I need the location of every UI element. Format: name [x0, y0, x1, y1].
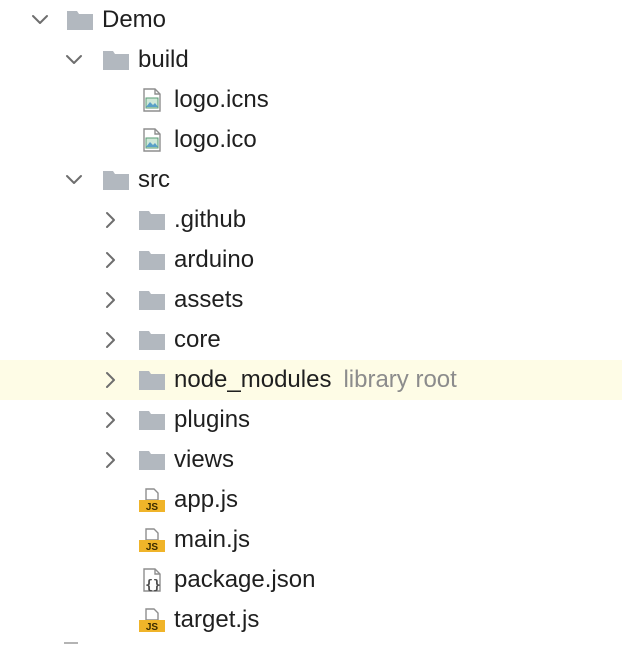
svg-text:JS: JS	[146, 542, 159, 552]
folder-icon	[66, 8, 94, 32]
library-root-hint: library root	[343, 366, 457, 393]
tree-item-label: arduino	[174, 246, 255, 273]
tree-item-label: assets	[174, 286, 244, 313]
chevron-right-icon[interactable]	[100, 250, 120, 270]
project-tree: Demo build logo.icns logo.ico src .github ardu…	[0, 0, 622, 648]
svg-text:{}: {}	[145, 578, 161, 592]
chevron-right-icon[interactable]	[100, 450, 120, 470]
tree-folder-row[interactable]: src	[0, 160, 622, 200]
tree-folder-row[interactable]: build	[0, 40, 622, 80]
folder-icon	[138, 368, 166, 392]
tree-folder-row[interactable]: assets	[0, 280, 622, 320]
tree-file-row[interactable]: logo.ico	[0, 120, 622, 160]
image-file-icon	[138, 88, 166, 112]
folder-icon	[138, 408, 166, 432]
js-file-icon: JS	[138, 608, 166, 633]
json-file-icon: {}	[138, 568, 166, 593]
svg-text:JS: JS	[146, 502, 159, 512]
tree-item-label: core	[174, 326, 221, 353]
tree-item-label: node_modules library root	[174, 366, 457, 393]
image-file-icon	[138, 128, 166, 152]
chevron-right-icon[interactable]	[100, 290, 120, 310]
tree-file-row[interactable]: JS main.js	[0, 520, 622, 560]
folder-icon	[102, 48, 130, 72]
tree-folder-row[interactable]: core	[0, 320, 622, 360]
svg-text:JS: JS	[146, 622, 159, 632]
tree-item-label: .github	[174, 206, 247, 233]
js-file-icon: JS	[138, 488, 166, 513]
js-file-icon: JS	[138, 528, 166, 553]
tree-file-row[interactable]: logo.icns	[0, 80, 622, 120]
chevron-right-icon[interactable]	[100, 370, 120, 390]
tree-folder-row[interactable]: .github	[0, 200, 622, 240]
tree-item-label: views	[174, 446, 235, 473]
tree-item-label: Demo	[102, 6, 167, 33]
tree-item-label: logo.icns	[174, 86, 269, 113]
tree-item-label: plugins	[174, 406, 251, 433]
folder-icon	[138, 248, 166, 272]
chevron-right-icon[interactable]	[100, 330, 120, 350]
folder-icon	[102, 168, 130, 192]
chevron-down-icon[interactable]	[64, 170, 84, 190]
tree-item-label: build	[138, 46, 189, 73]
tree-folder-row[interactable]: plugins	[0, 400, 622, 440]
tree-item-label: logo.ico	[174, 126, 257, 153]
tree-item-label: package.json	[174, 566, 316, 593]
tree-item-label: main.js	[174, 526, 251, 553]
chevron-down-icon[interactable]	[64, 50, 84, 70]
folder-icon	[138, 448, 166, 472]
tree-file-row[interactable]: {} package.json	[0, 560, 622, 600]
tree-folder-row[interactable]: node_modules library root	[0, 360, 622, 400]
partial-next-row	[64, 642, 78, 650]
tree-item-label: app.js	[174, 486, 239, 513]
folder-icon	[138, 328, 166, 352]
folder-icon	[138, 288, 166, 312]
tree-file-row[interactable]: JS target.js	[0, 600, 622, 640]
chevron-right-icon[interactable]	[100, 210, 120, 230]
tree-folder-row[interactable]: arduino	[0, 240, 622, 280]
tree-file-row[interactable]: JS app.js	[0, 480, 622, 520]
tree-folder-row[interactable]: views	[0, 440, 622, 480]
tree-folder-row[interactable]: Demo	[0, 0, 622, 40]
chevron-down-icon[interactable]	[30, 10, 50, 30]
folder-icon	[138, 208, 166, 232]
tree-item-label: target.js	[174, 606, 260, 633]
tree-item-label: src	[138, 166, 170, 193]
chevron-right-icon[interactable]	[100, 410, 120, 430]
